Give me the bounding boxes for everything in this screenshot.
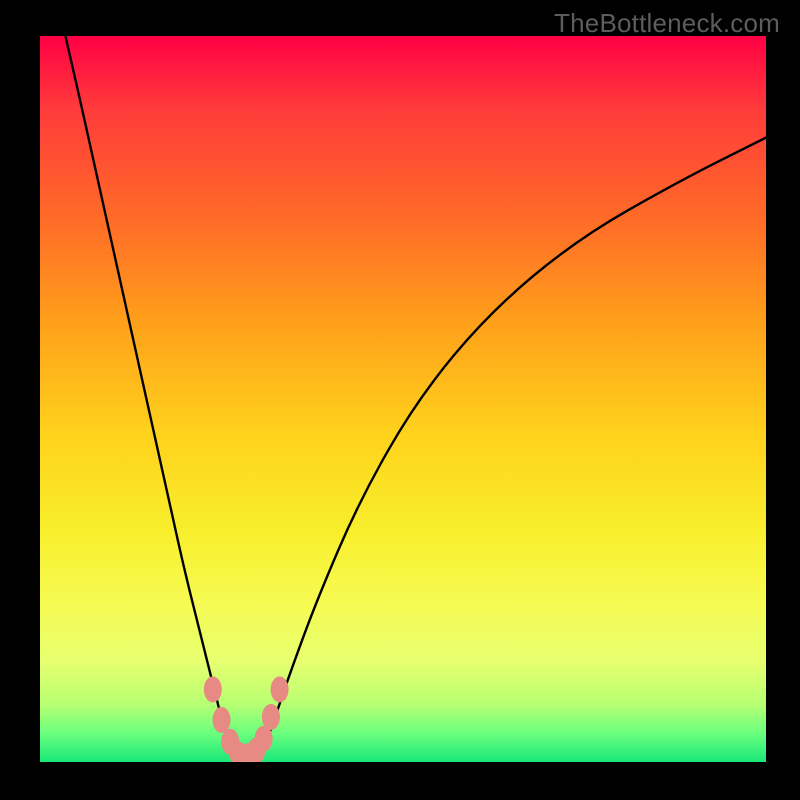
marker-dot [271,676,289,702]
chart-svg [40,36,766,762]
marker-dot [262,704,280,730]
marker-dot [204,676,222,702]
bottleneck-curve [40,36,766,758]
marker-dot [213,707,231,733]
plot-area [40,36,766,762]
optimal-range-markers [204,676,289,762]
watermark-text: TheBottleneck.com [554,8,780,39]
outer-frame: TheBottleneck.com [0,0,800,800]
